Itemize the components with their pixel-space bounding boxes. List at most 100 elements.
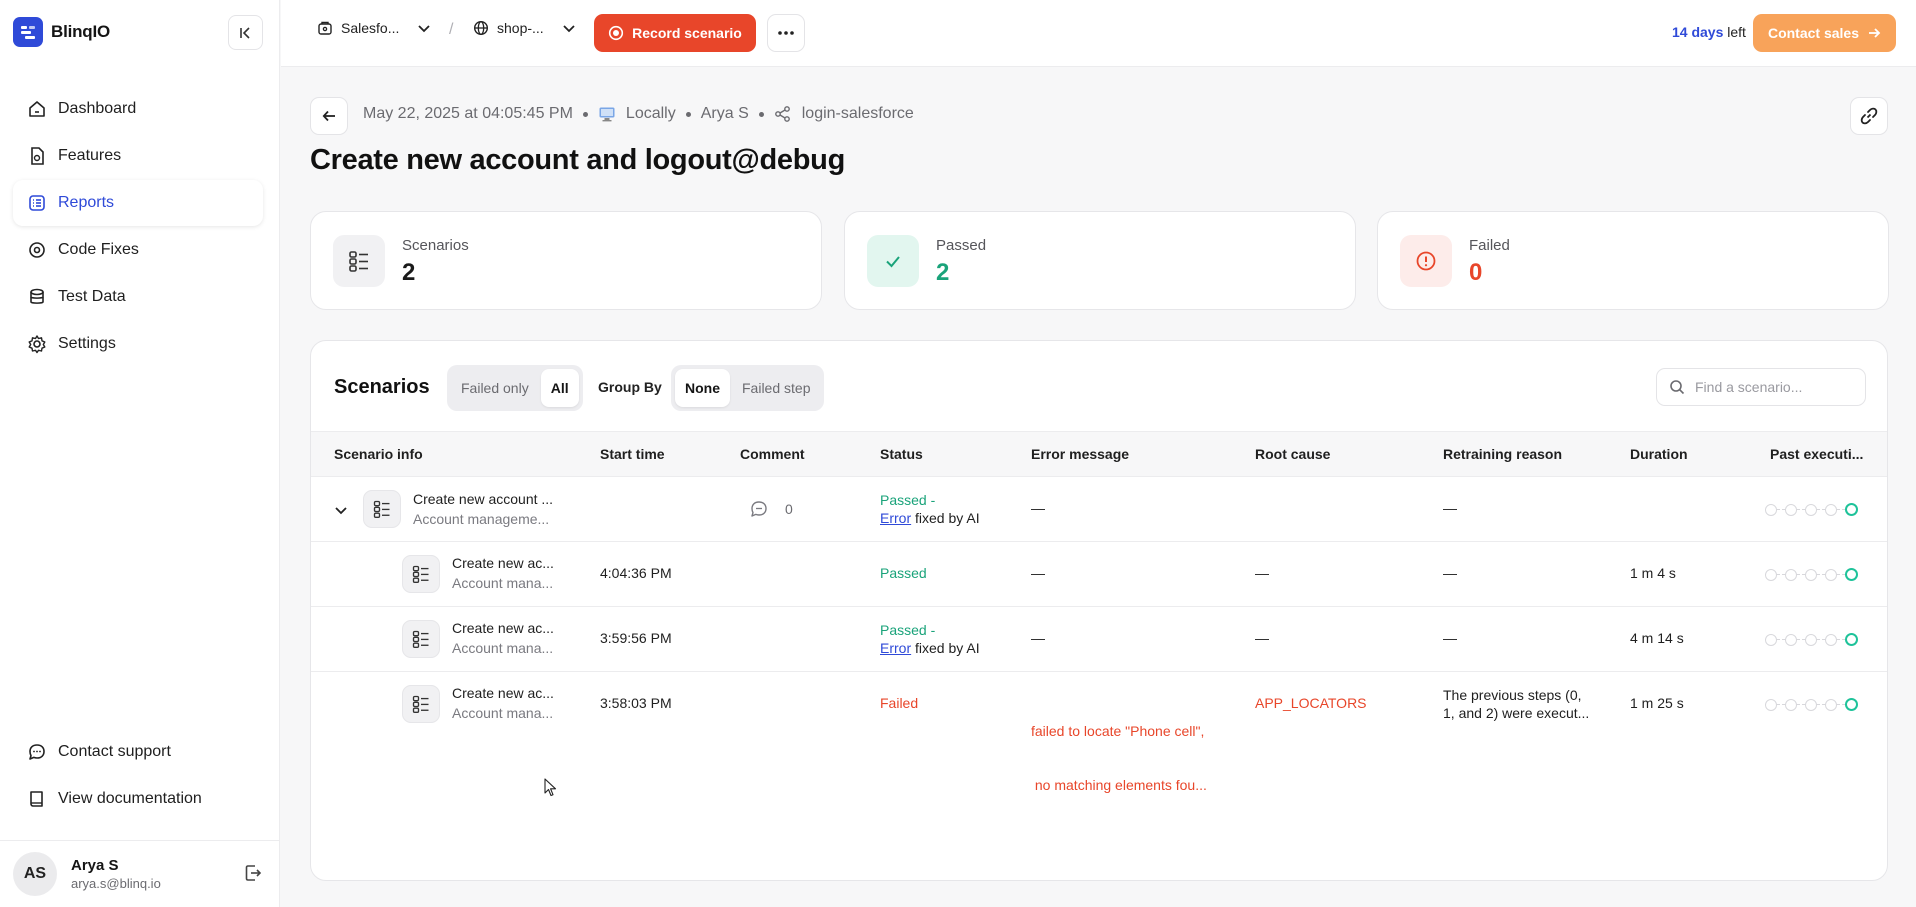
record-scenario-label: Record scenario bbox=[632, 25, 742, 41]
contact-support-link[interactable]: Contact support bbox=[13, 729, 263, 775]
past-executions bbox=[1765, 633, 1858, 646]
scenarios-title: Scenarios bbox=[334, 376, 430, 398]
error-link[interactable]: Error bbox=[880, 640, 911, 656]
meta-separator bbox=[758, 111, 764, 117]
chevron-down-icon bbox=[418, 25, 431, 33]
view-documentation-link[interactable]: View documentation bbox=[13, 776, 263, 822]
scenario-info: Create new ac... Account mana... bbox=[452, 555, 554, 591]
project-name: Salesfo... bbox=[341, 20, 400, 36]
logout-button[interactable] bbox=[243, 863, 263, 887]
brand-name: BlinqIO bbox=[51, 22, 111, 41]
scenario-info: Create new ac... Account mana... bbox=[452, 685, 554, 721]
mouse-cursor-icon bbox=[544, 778, 558, 802]
scenario-feature: Account mana... bbox=[452, 575, 554, 591]
comment-cell[interactable]: 0 bbox=[749, 499, 793, 519]
computer-icon bbox=[599, 107, 615, 122]
column-header[interactable]: Past executi... bbox=[1770, 446, 1863, 462]
alert-icon bbox=[1400, 235, 1452, 287]
table-row[interactable]: Create new ac... Account mana... 3:58:03… bbox=[311, 672, 1887, 793]
search-icon bbox=[1670, 380, 1685, 395]
past-executions bbox=[1765, 568, 1858, 581]
stat-card-scenarios: Scenarios 2 bbox=[310, 211, 822, 310]
home-icon bbox=[29, 101, 45, 117]
table-header: Scenario info Start time Comment Status … bbox=[311, 431, 1887, 477]
gear-icon bbox=[28, 335, 46, 354]
status-suffix: - bbox=[926, 492, 936, 508]
sidebar: BlinqIO Dashboard Features Reports Code … bbox=[0, 0, 280, 907]
more-horizontal-icon bbox=[778, 31, 794, 35]
sidebar-item-test-data[interactable]: Test Data bbox=[13, 274, 263, 320]
arrow-right-icon bbox=[1869, 28, 1881, 38]
chevron-down-icon[interactable] bbox=[333, 502, 349, 518]
report-timestamp: May 22, 2025 at 04:05:45 PM bbox=[363, 105, 573, 122]
back-button[interactable] bbox=[310, 97, 348, 135]
group-by-toggle: None Failed step bbox=[671, 365, 825, 411]
table-row[interactable]: Create new account ... Account manageme.… bbox=[311, 477, 1887, 542]
table-row[interactable]: Create new ac... Account mana... 3:59:56… bbox=[311, 607, 1887, 672]
column-header[interactable]: Status bbox=[880, 446, 923, 462]
report-location: Locally bbox=[625, 105, 676, 122]
filter-all[interactable]: All bbox=[540, 369, 579, 407]
copy-link-button[interactable] bbox=[1850, 97, 1888, 135]
root-cause: — bbox=[1255, 630, 1269, 646]
column-header[interactable]: Scenario info bbox=[334, 446, 423, 462]
user-name: Arya S bbox=[71, 857, 119, 874]
report-icon bbox=[29, 195, 45, 211]
sidebar-item-code-fixes[interactable]: Code Fixes bbox=[13, 227, 263, 273]
column-header[interactable]: Retraining reason bbox=[1443, 446, 1562, 462]
fixed-by-ai-text: fixed by AI bbox=[911, 510, 980, 526]
stat-label: Passed bbox=[936, 237, 987, 254]
column-header[interactable]: Root cause bbox=[1255, 446, 1330, 462]
group-by-failed-step[interactable]: Failed step bbox=[732, 369, 820, 407]
group-by-label: Group By bbox=[598, 379, 662, 395]
sidebar-item-label: Reports bbox=[58, 194, 115, 211]
column-header[interactable]: Duration bbox=[1630, 446, 1688, 462]
scenario-list-icon bbox=[402, 685, 440, 723]
scenario-feature: Account manageme... bbox=[413, 511, 550, 527]
link-icon bbox=[1860, 107, 1878, 125]
sidebar-item-label: Features bbox=[58, 147, 122, 164]
globe-icon bbox=[473, 20, 489, 36]
arrow-left-icon bbox=[322, 110, 335, 122]
blinqio-logo-icon bbox=[13, 17, 43, 47]
record-scenario-button[interactable]: Record scenario bbox=[594, 14, 756, 52]
retraining-reason: — bbox=[1443, 500, 1457, 516]
table-row[interactable]: Create new ac... Account mana... 4:04:36… bbox=[311, 542, 1887, 607]
project-selector[interactable]: Salesfo... bbox=[317, 20, 431, 36]
group-by-none[interactable]: None bbox=[675, 369, 730, 407]
user-profile[interactable]: AS Arya S arya.s@blinq.io bbox=[0, 840, 280, 907]
trial-days: 14 days bbox=[1672, 24, 1724, 40]
sidebar-item-dashboard[interactable]: Dashboard bbox=[13, 86, 263, 132]
status-text: Passed bbox=[880, 492, 927, 508]
avatar: AS bbox=[13, 852, 57, 896]
scenario-name: Create new ac... bbox=[452, 555, 554, 571]
check-icon bbox=[867, 235, 919, 287]
start-time: 3:59:56 PM bbox=[600, 630, 672, 646]
more-options-button[interactable] bbox=[767, 14, 805, 52]
start-time: 4:04:36 PM bbox=[600, 565, 672, 581]
stat-value: 2 bbox=[402, 259, 416, 286]
duration: 1 m 4 s bbox=[1630, 565, 1676, 581]
search-input[interactable] bbox=[1695, 379, 1845, 395]
retraining-reason: — bbox=[1443, 630, 1457, 646]
column-header[interactable]: Error message bbox=[1031, 446, 1129, 462]
scenario-info: Create new ac... Account mana... bbox=[452, 620, 554, 656]
contact-sales-button[interactable]: Contact sales bbox=[1753, 14, 1896, 52]
passed-execution-icon bbox=[1845, 698, 1858, 711]
column-header[interactable]: Comment bbox=[740, 446, 805, 462]
stat-label: Scenarios bbox=[402, 237, 469, 254]
passed-execution-icon bbox=[1845, 503, 1858, 516]
filter-failed-only[interactable]: Failed only bbox=[451, 369, 539, 407]
database-icon bbox=[30, 288, 44, 304]
environment-selector[interactable]: shop-... bbox=[473, 20, 576, 36]
sidebar-item-features[interactable]: Features bbox=[13, 133, 263, 179]
start-time: 3:58:03 PM bbox=[600, 695, 672, 711]
column-header[interactable]: Start time bbox=[600, 446, 665, 462]
collapse-sidebar-button[interactable] bbox=[228, 15, 263, 50]
trial-remaining: 14 days left bbox=[1672, 24, 1746, 40]
brand[interactable]: BlinqIO bbox=[13, 17, 110, 47]
error-link[interactable]: Error bbox=[880, 510, 911, 526]
scenario-search[interactable] bbox=[1656, 368, 1866, 406]
sidebar-item-reports[interactable]: Reports bbox=[13, 180, 263, 226]
sidebar-item-settings[interactable]: Settings bbox=[13, 321, 263, 367]
